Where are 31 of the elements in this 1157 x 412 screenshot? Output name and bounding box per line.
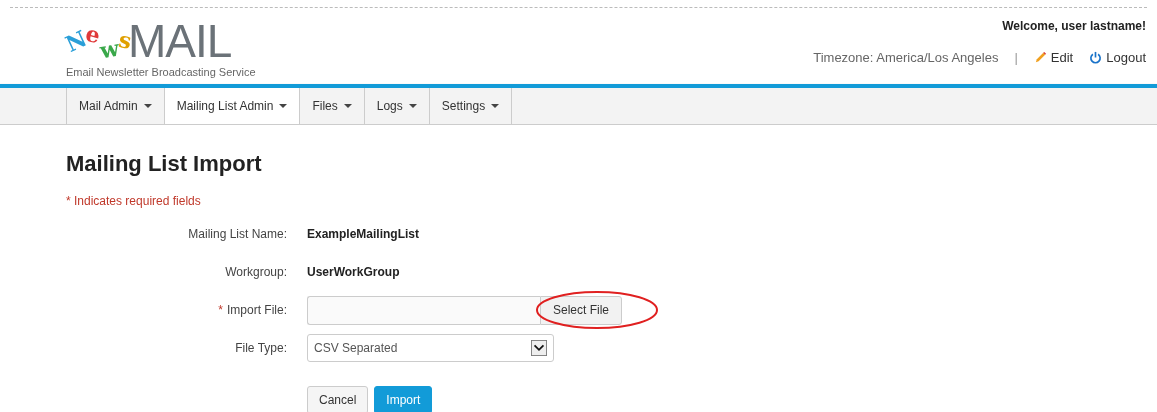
file-input-field[interactable] — [307, 295, 540, 325]
caret-icon — [279, 104, 288, 108]
power-icon — [1089, 51, 1103, 64]
logo-tagline: Email Newsletter Broadcasting Service — [66, 66, 256, 78]
field-label: Import File: — [227, 303, 287, 317]
cancel-button[interactable]: Cancel — [307, 386, 369, 412]
nav-menu-tab[interactable]: Settings — [429, 88, 513, 124]
logout-link[interactable]: Logout — [1089, 50, 1146, 65]
edit-link[interactable]: Edit — [1033, 50, 1074, 65]
caret-icon — [343, 104, 352, 108]
file-type-dropdown[interactable]: CSV Separated — [307, 334, 554, 362]
nav-menu-tab[interactable]: Files — [300, 88, 365, 124]
welcome-text: Welcome, user lastname! — [1002, 19, 1146, 33]
required-fields-note: * Indicates required fields — [66, 194, 202, 208]
select-file-button[interactable]: Select File — [540, 295, 623, 325]
nav-menu-tab[interactable]: Mail Admin — [66, 88, 165, 124]
timezone-text: Timezone: America/Los Angeles — [813, 50, 999, 65]
separator: | — [1014, 50, 1018, 65]
required-asterisk: * — [218, 303, 223, 317]
nav-menu-tab[interactable]: Mailing List Admin — [164, 88, 301, 124]
field-label: Mailing List Name: — [188, 227, 287, 241]
field-value: UserWorkGroup — [307, 265, 400, 279]
pencil-icon — [1033, 51, 1047, 64]
caret-icon — [143, 104, 152, 108]
nav-menu-tab[interactable]: Logs — [364, 88, 430, 124]
caret-icon — [491, 104, 500, 108]
field-label: File Type: — [235, 341, 287, 355]
field-label: Workgroup: — [225, 265, 287, 279]
field-value: ExampleMailingList — [307, 227, 420, 241]
caret-icon — [408, 104, 417, 108]
page-title: Mailing List Import — [66, 151, 263, 177]
